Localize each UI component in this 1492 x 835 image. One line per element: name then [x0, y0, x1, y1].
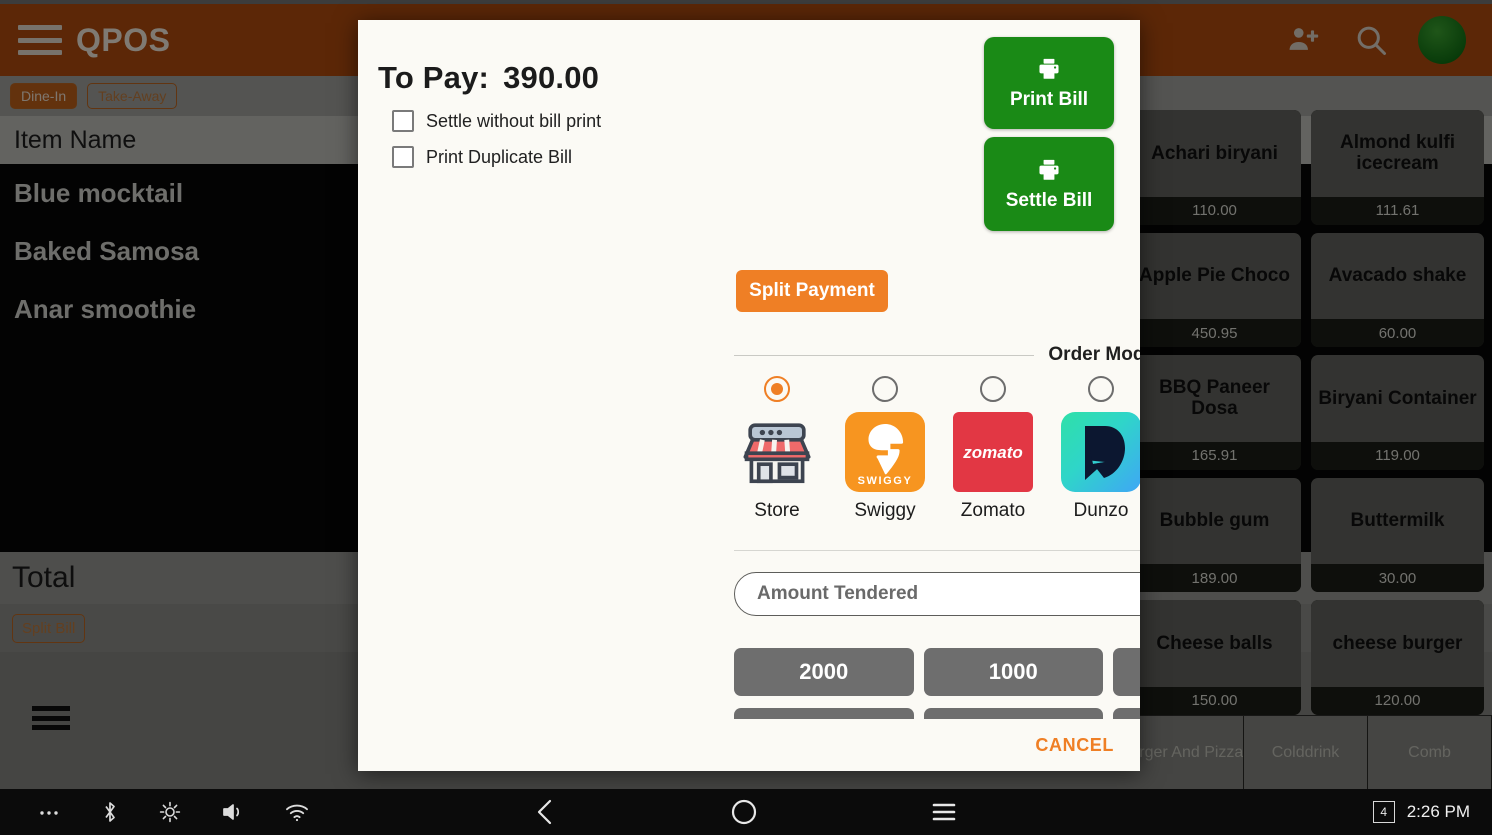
svg-text:SWIGGY: SWIGGY	[858, 475, 913, 487]
clock: 2:26 PM	[1406, 802, 1470, 821]
denomination-button[interactable]: 2000	[734, 648, 914, 696]
denomination-button[interactable]: 1000	[923, 648, 1103, 696]
back-icon[interactable]	[533, 797, 559, 827]
split-payment-button[interactable]: Split Payment	[736, 270, 888, 312]
checkbox-box[interactable]	[392, 110, 414, 132]
recents-icon[interactable]	[929, 800, 959, 824]
dialog-separator	[734, 550, 1140, 551]
printer-icon	[1039, 159, 1059, 180]
order-mode-label: Swiggy	[854, 500, 916, 521]
dialog-footer: CANCEL	[358, 719, 1140, 771]
radio-swiggy[interactable]	[872, 376, 898, 402]
settle-bill-button[interactable]: Settle Bill	[984, 137, 1114, 231]
checkbox-label: Settle without bill print	[426, 110, 602, 131]
order-modes-divider: Order Modes	[734, 344, 1140, 366]
bluetooth-icon[interactable]	[100, 799, 120, 825]
order-mode-dunzo[interactable]: Dunzo	[1060, 376, 1140, 522]
dunzo-icon	[1061, 412, 1140, 492]
notification-count-badge[interactable]: 4	[1372, 801, 1395, 823]
more-icon[interactable]	[38, 807, 62, 817]
checkbox-box[interactable]	[392, 146, 414, 168]
order-mode-store[interactable]: Store	[736, 376, 818, 522]
order-modes-list: Store SWIGGY Swiggy zomato Zomato Dunzo	[736, 376, 1140, 522]
order-mode-label: Store	[754, 500, 800, 521]
print-bill-button[interactable]: Print Bill	[984, 37, 1114, 129]
volume-icon[interactable]	[220, 800, 246, 824]
order-mode-zomato[interactable]: zomato Zomato	[952, 376, 1034, 522]
svg-text:zomato: zomato	[962, 443, 1023, 462]
order-mode-label: Dunzo	[1073, 500, 1129, 521]
cancel-button[interactable]: CANCEL	[1035, 735, 1114, 756]
divider-line-left	[734, 354, 1035, 356]
radio-store[interactable]	[764, 376, 790, 402]
brightness-icon[interactable]	[158, 800, 182, 824]
order-modes-title: Order Modes	[1048, 344, 1140, 365]
amount-tendered-input[interactable]: Amount Tendered	[734, 572, 1140, 616]
checkbox-label: Print Duplicate Bill	[426, 146, 573, 167]
to-pay-amount: 390.00	[503, 60, 600, 95]
printer-icon	[1039, 58, 1059, 79]
screen: QPOS Dine-In Take-Away Item Name Blue mo…	[0, 0, 1492, 835]
home-icon[interactable]	[729, 797, 759, 827]
to-pay-label: To Pay:	[378, 60, 490, 95]
radio-dunzo[interactable]	[1088, 376, 1114, 402]
order-mode-label: Zomato	[960, 500, 1026, 521]
payment-dialog: To Pay: 390.00 Settle without bill print …	[358, 20, 1140, 771]
radio-zomato[interactable]	[980, 376, 1006, 402]
denomination-button[interactable]: 500	[1113, 648, 1140, 696]
swiggy-icon: SWIGGY	[845, 412, 925, 492]
denomination-row-1: 2000 1000 500 200	[734, 648, 1140, 696]
system-status-icons	[0, 799, 310, 825]
wifi-icon[interactable]	[284, 801, 310, 823]
android-nav-bar: 4 2:26 PM	[0, 789, 1492, 835]
order-mode-swiggy[interactable]: SWIGGY Swiggy	[844, 376, 926, 522]
print-bill-label: Print Bill	[1009, 88, 1089, 110]
store-icon	[737, 412, 817, 492]
zomato-icon: zomato	[953, 412, 1033, 492]
amount-tendered-placeholder: Amount Tendered	[757, 583, 919, 604]
nav-right-group: 4 2:26 PM	[1372, 801, 1492, 823]
tender-row: Amount Tendered Balance 0.00	[734, 572, 1140, 625]
settle-bill-label: Settle Bill	[1005, 189, 1093, 211]
